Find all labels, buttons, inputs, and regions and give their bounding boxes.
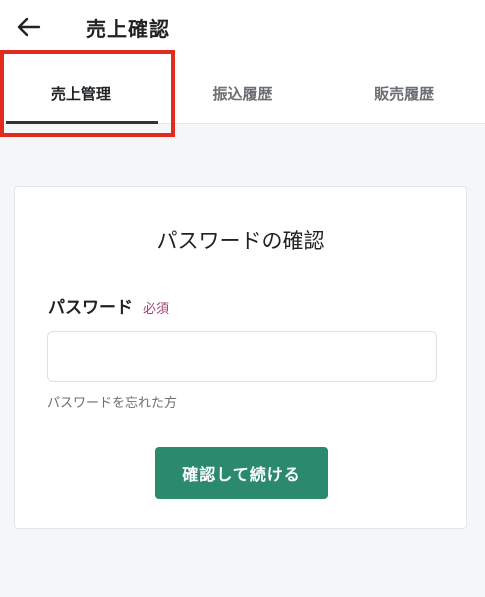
tab-bar: 売上管理 振込履歴 販売履歴 bbox=[0, 62, 485, 124]
password-field-label: パスワード 必須 bbox=[48, 293, 169, 318]
required-badge: 必須 bbox=[143, 302, 170, 317]
card-title: パスワードの確認 bbox=[156, 229, 325, 253]
arrow-left-icon bbox=[17, 17, 41, 37]
tab-transfer-history[interactable]: 振込履歴 bbox=[162, 62, 324, 124]
tab-label: 売上管理 bbox=[50, 84, 111, 103]
tab-sales-history[interactable]: 販売履歴 bbox=[323, 62, 485, 124]
password-input[interactable] bbox=[47, 331, 437, 382]
active-tab-indicator bbox=[6, 121, 158, 124]
password-label-text: パスワード bbox=[48, 298, 133, 318]
page-title: 売上確認 bbox=[86, 17, 170, 41]
forgot-password-link[interactable]: パスワードを忘れた方 bbox=[47, 392, 177, 411]
tab-sales-management[interactable]: 売上管理 bbox=[0, 62, 162, 124]
tab-label: 販売履歴 bbox=[374, 84, 435, 103]
confirm-continue-button[interactable]: 確認して続ける bbox=[155, 447, 328, 499]
app-header: 売上確認 売上管理 振込履歴 販売履歴 bbox=[0, 0, 485, 124]
back-button[interactable] bbox=[12, 12, 46, 42]
password-confirm-card: パスワードの確認 パスワード 必須 パスワードを忘れた方 確認して続ける bbox=[14, 186, 467, 529]
tab-label: 振込履歴 bbox=[212, 84, 273, 103]
